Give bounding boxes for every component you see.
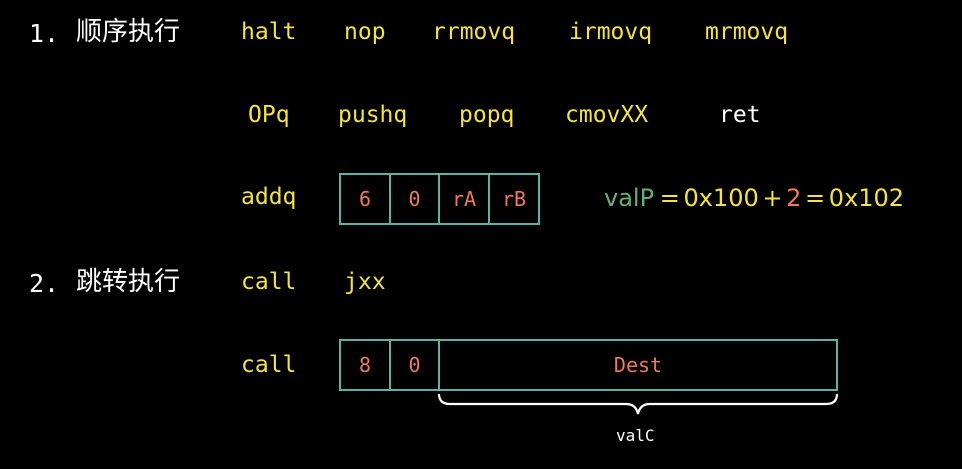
instr-irmovq: irmovq [569, 19, 653, 45]
section2-label: 跳转执行 [76, 267, 181, 297]
valp-plus: + [762, 184, 783, 212]
valp-eq2: = [805, 184, 826, 212]
call-ifun: 0 [391, 341, 440, 389]
instr-ret: ret [719, 102, 761, 128]
valc-label: valC [616, 426, 655, 445]
valp-equation: valP = 0x100 + 2 = 0x102 [604, 186, 904, 210]
valp-length: 2 [786, 184, 802, 212]
instr-pushq: pushq [338, 102, 408, 128]
instr-addq: addq [241, 184, 297, 210]
instr-call: call [241, 269, 297, 295]
section2-number: 2. [29, 269, 60, 298]
addq-rb: rB [501, 187, 527, 211]
instr-nop: nop [344, 19, 386, 45]
instr-popq: popq [459, 102, 515, 128]
instr-cmovxx: cmovXX [565, 102, 649, 128]
section1-label: 顺序执行 [76, 17, 181, 47]
valp-eq1: = [659, 184, 680, 212]
instr-rrmovq: rrmovq [432, 19, 516, 45]
call-encoding-box: 8 0 Dest [339, 339, 838, 391]
instr-opq: OPq [248, 102, 290, 128]
valp-var: valP [604, 184, 655, 212]
section1-number: 1. [29, 19, 60, 48]
instr-jxx: jxx [344, 269, 386, 295]
valp-base: 0x100 [683, 184, 759, 212]
instr-halt: halt [241, 19, 297, 45]
instr-mrmovq: mrmovq [705, 19, 789, 45]
call-dest: Dest [613, 353, 663, 377]
instr-call-encoded: call [241, 352, 297, 378]
valp-result: 0x102 [828, 184, 905, 212]
addq-encoding-box: 6 0 rA rB [339, 173, 540, 225]
addq-ra: rA [440, 175, 490, 223]
valc-brace [437, 393, 839, 415]
addq-ifun: 0 [391, 175, 440, 223]
call-icode: 8 [341, 341, 391, 389]
addq-icode: 6 [341, 175, 391, 223]
